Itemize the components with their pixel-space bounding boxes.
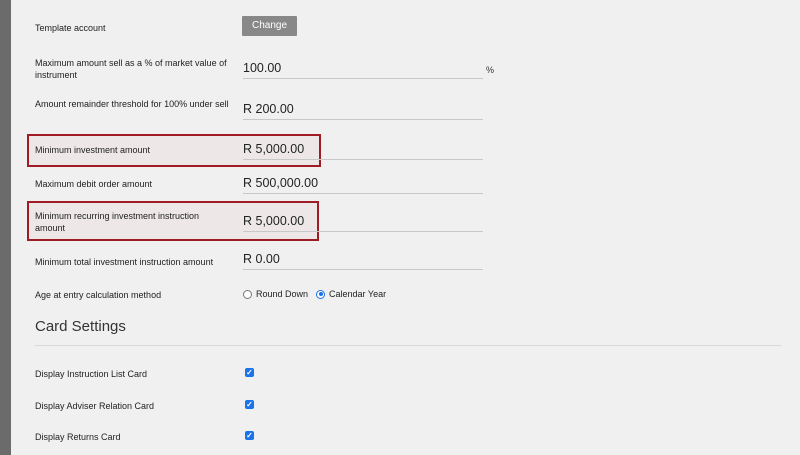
- returns-card-label: Display Returns Card: [35, 432, 121, 442]
- round-down-radio[interactable]: [243, 289, 252, 299]
- round-down-label: Round Down: [256, 289, 309, 299]
- max-debit-order-label: Maximum debit order amount: [35, 179, 153, 189]
- percent-unit: %: [486, 65, 495, 75]
- section-divider: [35, 345, 781, 346]
- remainder-threshold-input[interactable]: R 200.00: [243, 102, 483, 120]
- change-button[interactable]: Change: [242, 16, 297, 36]
- template-account-label: Template account: [35, 23, 106, 33]
- remainder-threshold-label: Amount remainder threshold for 100% unde…: [35, 99, 229, 109]
- calendar-year-radio[interactable]: [316, 289, 326, 299]
- min-recurring-input[interactable]: R 5,000.00: [243, 214, 483, 232]
- adviser-relation-card-label: Display Adviser Relation Card: [35, 401, 155, 411]
- min-investment-input[interactable]: R 5,000.00: [243, 142, 483, 160]
- calendar-year-label: Calendar Year: [329, 289, 387, 299]
- max-amount-sell-input[interactable]: 100.00: [243, 61, 483, 79]
- card-settings-title: Card Settings: [35, 318, 126, 335]
- min-investment-label: Minimum investment amount: [35, 145, 151, 155]
- max-amount-sell-label: Maximum amount sell as a % of market val…: [35, 58, 227, 80]
- max-debit-order-input[interactable]: R 500,000.00: [243, 176, 483, 194]
- min-recurring-label: Minimum recurring investment instruction…: [35, 211, 200, 233]
- instruction-list-card-label: Display Instruction List Card: [35, 369, 148, 379]
- min-total-label: Minimum total investment instruction amo…: [35, 257, 214, 267]
- instruction-list-card-checkbox[interactable]: ✓: [245, 368, 254, 377]
- age-entry-label: Age at entry calculation method: [35, 290, 162, 300]
- age-entry-radio-group: Round Down Calendar Year: [243, 289, 394, 299]
- returns-card-checkbox[interactable]: ✓: [245, 431, 254, 440]
- left-sidebar-edge: [0, 0, 11, 455]
- min-total-input[interactable]: R 0.00: [243, 252, 483, 270]
- adviser-relation-card-checkbox[interactable]: ✓: [245, 400, 254, 409]
